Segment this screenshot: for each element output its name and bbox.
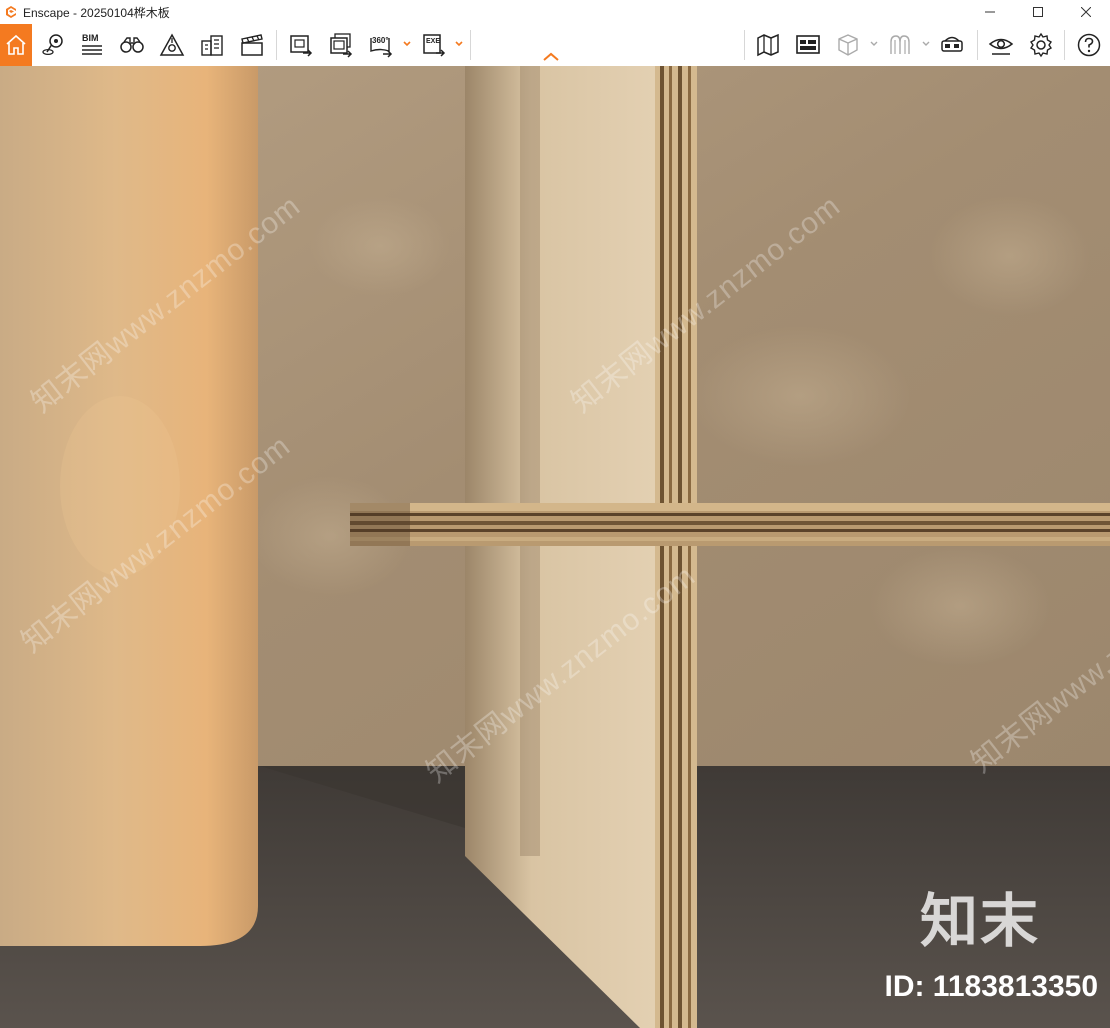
cube-view-button[interactable]	[831, 27, 865, 63]
screenshot-icon	[290, 35, 313, 57]
binoculars-icon	[120, 37, 144, 53]
view-management-icon	[796, 35, 820, 54]
panorama-360-icon: 360°	[370, 36, 393, 58]
export-exe-button[interactable]: EXE	[417, 27, 451, 63]
collapse-toolbar-icon[interactable]	[541, 51, 561, 63]
materials-dropdown-icon[interactable]	[921, 38, 931, 50]
minimize-icon	[985, 11, 995, 13]
settings-button[interactable]	[1024, 27, 1058, 63]
asset-id-label: ID: 1183813350	[884, 970, 1098, 1003]
vr-headset-button[interactable]	[935, 27, 969, 63]
panorama-button[interactable]: 360°	[364, 27, 398, 63]
title-bar: Enscape - 20250104桦木板	[0, 0, 1110, 24]
minimize-button[interactable]	[966, 0, 1014, 24]
video-editor-button[interactable]	[235, 27, 269, 63]
home-icon	[6, 34, 26, 55]
export-dropdown-icon[interactable]	[454, 38, 464, 50]
maximize-icon	[1033, 7, 1043, 17]
map-icon	[757, 33, 779, 57]
bim-button[interactable]: BIM	[75, 27, 109, 63]
clapperboard-icon	[241, 34, 263, 56]
close-button[interactable]	[1062, 0, 1110, 24]
cube-icon	[838, 34, 858, 56]
main-toolbar: BIM 360° EXE	[0, 24, 1110, 67]
map-button[interactable]	[751, 27, 785, 63]
export-exe-label: EXE	[426, 38, 440, 45]
location-button[interactable]	[36, 27, 70, 63]
toolbar-separator	[276, 30, 277, 60]
panorama-dropdown-icon[interactable]	[402, 38, 412, 50]
bim-icon: BIM	[82, 33, 102, 55]
export-exe-icon: EXE	[423, 34, 446, 57]
toolbar-separator	[470, 30, 471, 60]
home-button[interactable]	[0, 24, 32, 66]
atmosphere-button[interactable]	[155, 27, 189, 63]
cube-dropdown-icon[interactable]	[869, 38, 879, 50]
toolbar-separator	[1064, 30, 1065, 60]
buildings-button[interactable]	[195, 27, 229, 63]
help-icon	[1077, 33, 1101, 57]
atmosphere-icon	[159, 33, 185, 56]
batch-render-icon	[330, 33, 353, 58]
brand-watermark: 知末	[919, 889, 1040, 954]
maximize-button[interactable]	[1014, 0, 1062, 24]
gear-icon	[1030, 32, 1052, 58]
window-controls	[966, 0, 1110, 24]
view-management-button[interactable]	[791, 27, 825, 63]
close-icon	[1081, 7, 1091, 17]
help-button[interactable]	[1072, 27, 1106, 63]
eye-icon	[988, 38, 1014, 55]
visual-settings-button[interactable]	[984, 27, 1018, 63]
toolbar-separator	[744, 30, 745, 60]
enscape-logo-icon	[6, 6, 16, 18]
panorama-label: 360°	[372, 36, 389, 45]
batch-render-button[interactable]	[324, 27, 358, 63]
binoculars-button[interactable]	[115, 27, 149, 63]
materials-button[interactable]	[883, 27, 917, 63]
screenshot-button[interactable]	[284, 27, 318, 63]
vr-headset-icon	[941, 36, 963, 52]
toolbar-separator	[977, 30, 978, 60]
map-pin-icon	[42, 34, 63, 56]
buildings-icon	[201, 35, 223, 56]
window-title: Enscape - 20250104桦木板	[23, 5, 170, 20]
materials-icon	[890, 35, 910, 54]
bim-label: BIM	[82, 33, 99, 43]
render-viewport[interactable]: 知末网www.znzmo.com 知末网www.znzmo.com 知末网www…	[0, 66, 1110, 1028]
